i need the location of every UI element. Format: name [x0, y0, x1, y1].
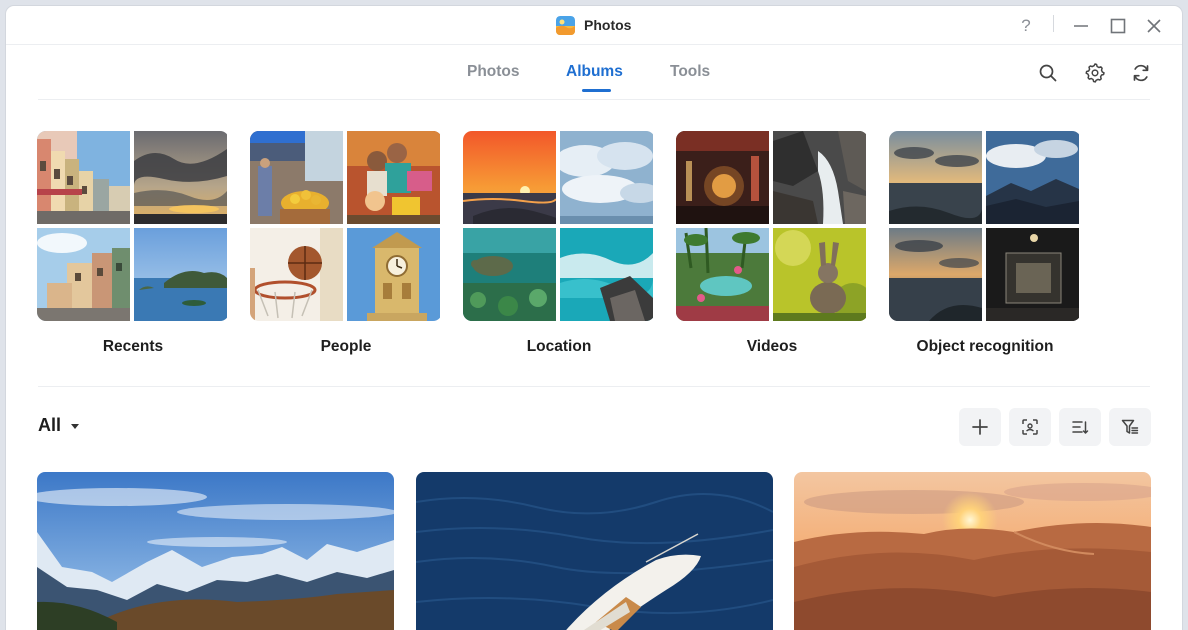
add-album-button[interactable] — [959, 408, 1001, 446]
title-separator — [1053, 15, 1054, 32]
album-recents[interactable]: Recents — [37, 131, 229, 371]
face-scan-icon — [1022, 419, 1038, 435]
thumb-cloudy-sky — [560, 131, 653, 224]
thumb-museum-display — [986, 228, 1079, 321]
thumb-street-houses-2 — [37, 228, 130, 321]
sort-button[interactable] — [1059, 408, 1101, 446]
thumb-basketball-hoop — [250, 228, 343, 321]
maximize-icon[interactable] — [1105, 13, 1131, 39]
photos-window: Photos ? Photos Albums Tools Recents Peo… — [6, 6, 1182, 630]
album-thumbnail-grid — [889, 131, 1081, 321]
album-thumbnail-grid — [463, 131, 655, 321]
help-icon[interactable]: ? — [1013, 13, 1039, 39]
card-image-desert-dunes — [794, 472, 1151, 630]
add-icon — [972, 419, 988, 435]
thumb-ocean-waves — [560, 228, 653, 321]
album-label: Object recognition — [916, 338, 1054, 355]
thumb-ocean-sunset — [463, 131, 556, 224]
filter-label: All — [38, 415, 62, 435]
photos-app-icon — [556, 15, 575, 35]
thumb-fruit-vendors — [347, 131, 440, 224]
face-scan-button[interactable] — [1009, 408, 1051, 446]
album-object-recognition[interactable]: Object recognition — [889, 131, 1081, 371]
title-bar: Photos ? — [6, 6, 1182, 45]
album-videos[interactable]: Videos — [676, 131, 868, 371]
album-card-mountains[interactable] — [37, 472, 394, 630]
card-image-mountains — [37, 472, 394, 630]
album-card-sailboat[interactable] — [416, 472, 773, 630]
album-thumbnail-grid — [37, 131, 229, 321]
search-icon[interactable] — [1035, 60, 1061, 86]
album-filter-dropdown[interactable]: All — [38, 415, 80, 436]
card-image-sailboat — [416, 472, 773, 630]
tab-photos[interactable]: Photos — [467, 63, 520, 81]
album-thumbnail-grid — [676, 131, 868, 321]
active-tab-indicator — [582, 89, 611, 92]
sort-icon — [1072, 421, 1089, 434]
thumb-restaurant — [676, 131, 769, 224]
thumb-market-stall — [250, 131, 343, 224]
thumb-clock-tower — [347, 228, 440, 321]
tab-albums[interactable]: Albums — [566, 63, 623, 81]
thumb-sea-clouds — [889, 131, 982, 224]
close-icon[interactable] — [1141, 13, 1167, 39]
thumb-mountain-sky — [986, 131, 1079, 224]
album-card-desert-dunes[interactable] — [794, 472, 1151, 630]
window-title: Photos — [584, 17, 632, 33]
thumb-sea-turtle — [463, 228, 556, 321]
refresh-icon[interactable] — [1128, 60, 1154, 86]
thumb-sea-islands — [134, 228, 227, 321]
filter-button[interactable] — [1109, 408, 1151, 446]
thumb-street-houses — [37, 131, 130, 224]
section-divider — [38, 386, 1150, 387]
album-people[interactable]: People — [250, 131, 442, 371]
filter-icon — [1121, 419, 1139, 434]
gear-icon[interactable] — [1082, 60, 1108, 86]
header-divider — [38, 99, 1150, 100]
thumb-garden-pool — [676, 228, 769, 321]
minimize-icon[interactable] — [1068, 13, 1094, 39]
tab-tools[interactable]: Tools — [670, 63, 710, 81]
caret-down-icon — [71, 424, 80, 429]
app-title: Photos — [556, 14, 631, 36]
thumb-cloudy-sunset — [134, 131, 227, 224]
album-location[interactable]: Location — [463, 131, 655, 371]
thumb-rabbit — [773, 228, 866, 321]
top-navigation: Photos Albums Tools — [6, 46, 1182, 98]
thumb-sea-clouds-2 — [889, 228, 982, 321]
album-thumbnail-grid — [250, 131, 442, 321]
thumb-waterfall-rocks — [773, 131, 866, 224]
